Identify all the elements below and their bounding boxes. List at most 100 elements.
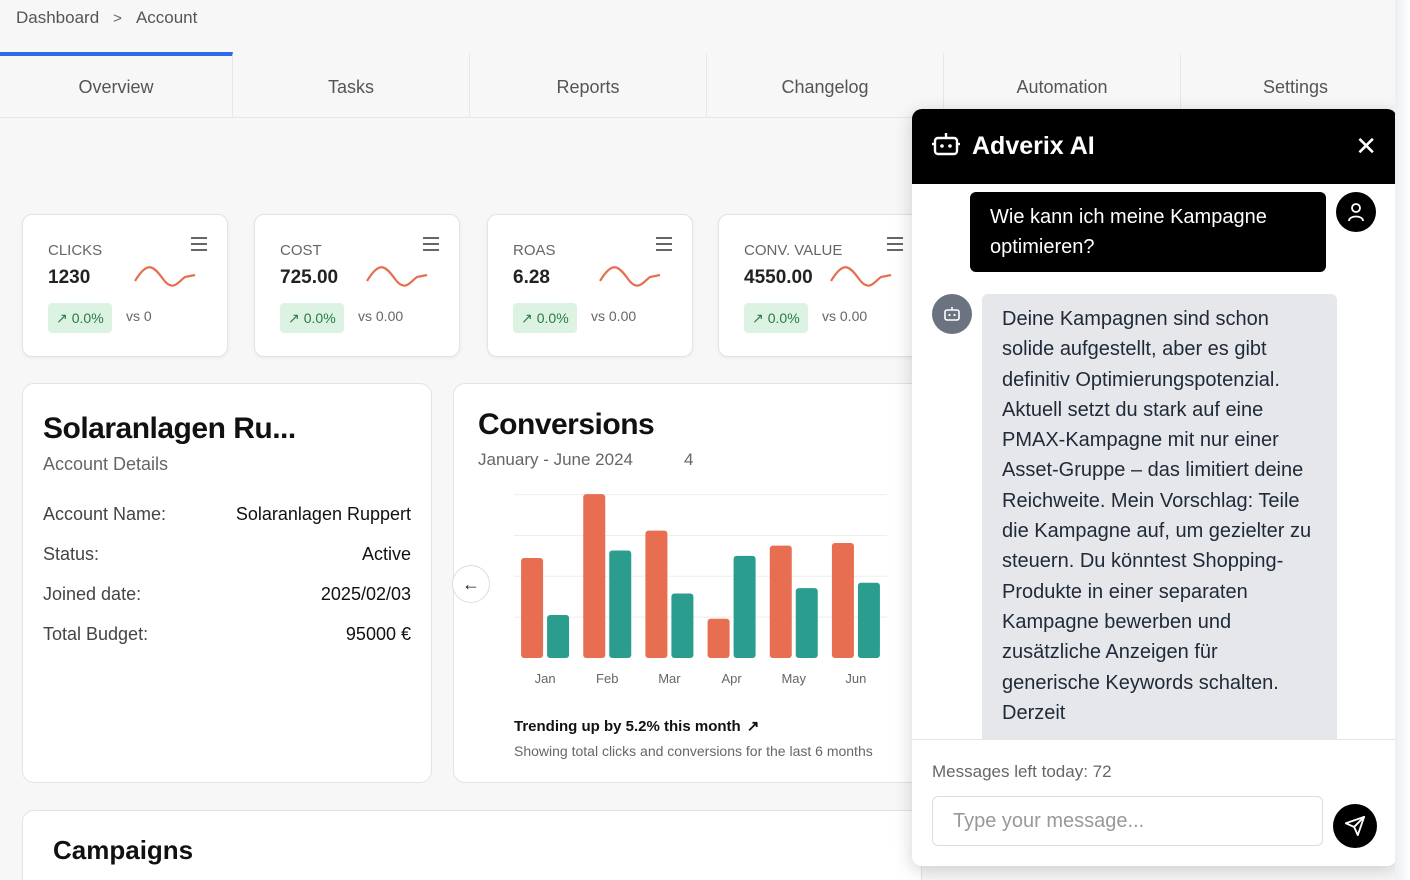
- kpi-label: CONV. VALUE: [744, 242, 843, 259]
- kpi-comparison: vs 0: [126, 308, 152, 324]
- breadcrumb-separator: >: [113, 9, 122, 27]
- hamburger-icon[interactable]: [191, 237, 207, 251]
- hamburger-icon[interactable]: [423, 237, 439, 251]
- close-icon[interactable]: ✕: [1355, 131, 1377, 162]
- chat-footer: Messages left today: 72: [912, 739, 1397, 866]
- kpi-card-conv-value: CONV. VALUE 4550.00 ↗ 0.0% vs 0.00: [718, 214, 924, 357]
- tab-overview[interactable]: Overview: [0, 52, 233, 118]
- row-key: Account Name:: [43, 504, 167, 524]
- x-tick-label: Jun: [845, 671, 866, 686]
- trending-up-icon: ↗: [746, 718, 760, 735]
- tab-reports[interactable]: Reports: [470, 52, 707, 118]
- bar-jan-series-1[interactable]: [521, 558, 544, 658]
- chat-title: Adverix AI: [972, 132, 1095, 160]
- bar-mar-series-2[interactable]: [671, 593, 694, 659]
- trending-up-icon: ↗: [56, 309, 68, 326]
- row-value: 95000 €: [345, 624, 411, 644]
- kpi-comparison: vs 0.00: [591, 308, 637, 324]
- trending-up-icon: ↗: [521, 309, 533, 326]
- bar-mar-series-1[interactable]: [645, 530, 668, 658]
- kpi-card-roas: ROAS 6.28 ↗ 0.0% vs 0.00: [487, 214, 693, 357]
- kpi-card-clicks: CLICKS 1230 ↗ 0.0% vs 0: [22, 214, 228, 357]
- robot-icon: [932, 131, 960, 162]
- campaigns-title: Campaigns: [53, 835, 194, 865]
- bar-may-series-1[interactable]: [769, 545, 792, 658]
- delta-badge: ↗ 0.0%: [48, 303, 112, 333]
- breadcrumb-account[interactable]: Account: [136, 8, 197, 28]
- row-value: Solaranlagen Ruppert: [235, 504, 411, 524]
- bar-chart: Jan Feb Mar Apr May Jun: [514, 494, 887, 686]
- chat-header: Adverix AI ✕: [912, 109, 1397, 184]
- breadcrumb: Dashboard > Account: [16, 8, 197, 28]
- account-title: Solaranlagen Ru...: [43, 412, 296, 445]
- message-input[interactable]: [932, 796, 1323, 846]
- chat-panel: Adverix AI ✕ Wie kann ich meine Kampagne…: [912, 109, 1397, 866]
- bar-feb-series-1[interactable]: [583, 494, 606, 658]
- row-key: Total Budget:: [43, 624, 149, 644]
- account-row: Total Budget: 95000 €: [43, 624, 411, 645]
- account-subtitle: Account Details: [43, 454, 169, 474]
- conversions-title: Conversions: [478, 408, 655, 441]
- kpi-value: 725.00: [280, 267, 339, 288]
- tab-tasks[interactable]: Tasks: [233, 52, 470, 118]
- message-list[interactable]: Wie kann ich meine Kampagne optimieren? …: [912, 184, 1397, 739]
- conversions-ghost-text: 4: [684, 450, 694, 469]
- bar-may-series-2[interactable]: [795, 588, 818, 658]
- kpi-value: 1230: [48, 267, 91, 288]
- kpi-comparison: vs 0.00: [822, 308, 868, 324]
- trending-up-icon: ↗: [752, 309, 764, 326]
- delta-badge: ↗ 0.0%: [513, 303, 577, 333]
- row-key: Joined date:: [43, 584, 142, 604]
- x-tick-label: Feb: [596, 671, 618, 686]
- account-row: Account Name: Solaranlagen Ruppert: [43, 504, 411, 525]
- kpi-comparison: vs 0.00: [358, 308, 404, 324]
- x-tick-label: Jan: [535, 671, 556, 686]
- trending-up-icon: ↗: [288, 309, 300, 326]
- bar-feb-series-2[interactable]: [609, 550, 632, 659]
- top-bar: Dashboard > Account Overview Tasks Repor…: [0, 0, 1410, 118]
- conversions-card: Conversions January - June 2024 4 Jan Feb…: [452, 383, 923, 783]
- conversions-chart: Jan Feb Mar Apr May Jun: [502, 476, 897, 691]
- kpi-label: ROAS: [513, 242, 556, 259]
- kpi-value: 4550.00: [744, 267, 813, 288]
- x-tick-label: May: [781, 671, 806, 686]
- campaigns-card: Campaigns: [22, 810, 922, 880]
- robot-icon: [932, 294, 972, 334]
- chart-footnote: Showing total clicks and conversions for…: [514, 743, 873, 759]
- bar-apr-series-2[interactable]: [733, 555, 756, 658]
- kpi-card-cost: COST 725.00 ↗ 0.0% vs 0.00: [254, 214, 460, 357]
- row-value: 2025/02/03: [320, 584, 411, 604]
- arrow-left-icon[interactable]: ←: [452, 565, 490, 603]
- user-message: Wie kann ich meine Kampagne optimieren?: [970, 192, 1326, 272]
- delta-badge: ↗ 0.0%: [280, 303, 344, 333]
- bar-jan-series-2[interactable]: [547, 615, 570, 658]
- kpi-label: CLICKS: [48, 242, 103, 259]
- breadcrumb-dashboard[interactable]: Dashboard: [16, 8, 99, 28]
- row-key: Status:: [43, 544, 100, 564]
- row-value: Active: [361, 544, 411, 564]
- sparkline-icon: [599, 266, 661, 287]
- account-row: Joined date: 2025/02/03: [43, 584, 411, 605]
- bar-jun-series-1[interactable]: [831, 542, 854, 658]
- x-tick-label: Mar: [658, 671, 681, 686]
- send-icon[interactable]: [1333, 804, 1377, 848]
- conversions-subtitle: January - June 2024: [478, 450, 633, 469]
- kpi-value: 6.28: [513, 267, 550, 288]
- bar-apr-series-1[interactable]: [707, 618, 730, 658]
- account-row: Status: Active: [43, 544, 411, 565]
- sparkline-icon: [830, 266, 892, 287]
- hamburger-icon[interactable]: [656, 237, 672, 251]
- user-icon: [1336, 192, 1376, 232]
- kpi-label: COST: [280, 242, 322, 259]
- bar-jun-series-2[interactable]: [857, 582, 880, 658]
- bot-message: Deine Kampagnen sind schon solide aufges…: [982, 294, 1337, 739]
- account-card: Solaranlagen Ru... Account Details Accou…: [22, 383, 432, 783]
- hamburger-icon[interactable]: [887, 237, 903, 251]
- tab-changelog[interactable]: Changelog: [707, 52, 944, 118]
- trend-text: Trending up by 5.2% this month ↗: [514, 717, 760, 736]
- messages-left: Messages left today: 72: [932, 762, 1112, 781]
- x-tick-label: Apr: [721, 671, 742, 686]
- sparkline-icon: [134, 266, 196, 287]
- page-edge-shade: [1395, 0, 1410, 880]
- sparkline-icon: [366, 266, 428, 287]
